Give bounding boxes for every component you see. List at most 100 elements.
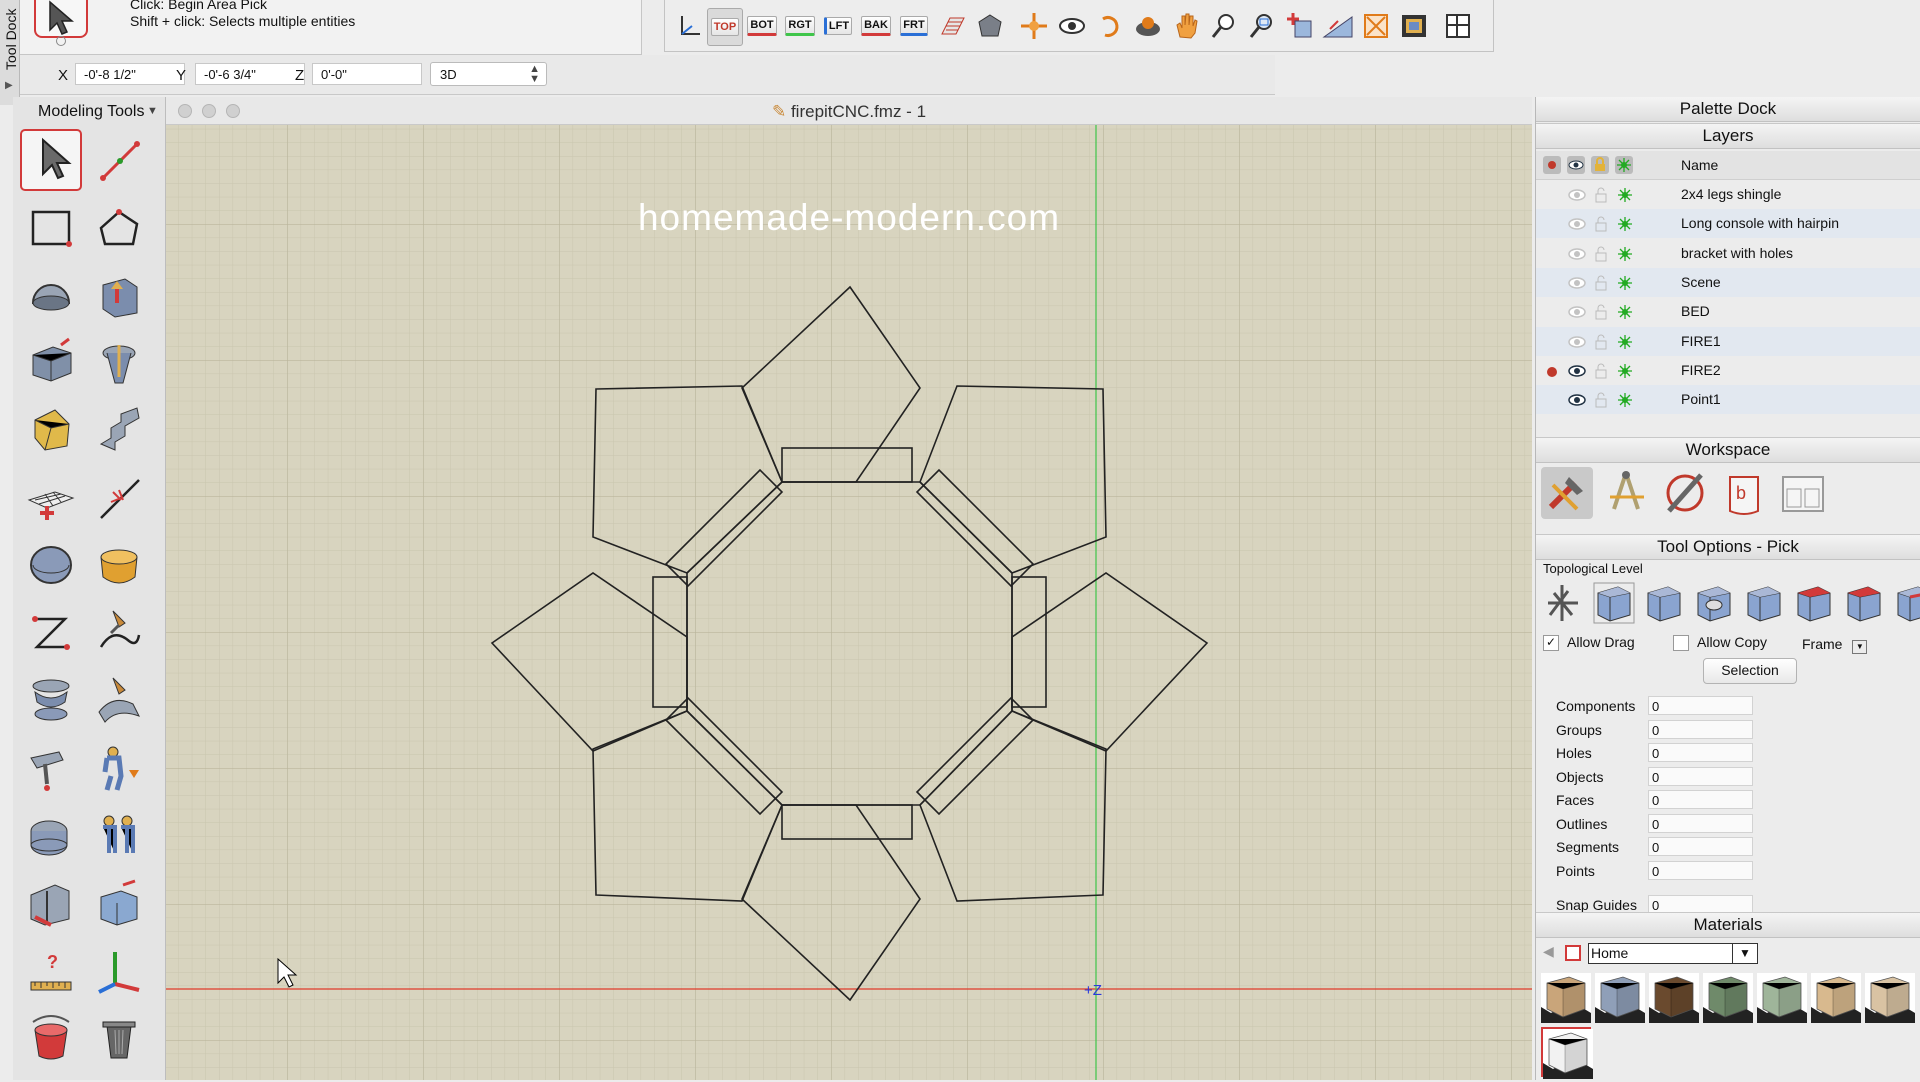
layer-row[interactable]: BED — [1536, 297, 1920, 327]
layer-visibility-eye-icon[interactable] — [1567, 215, 1586, 233]
tool-dock-arrow-icon[interactable]: ▶ — [5, 80, 13, 91]
fit-all-icon[interactable] — [1359, 8, 1393, 44]
walk-icon[interactable] — [1131, 8, 1165, 44]
axis-view-icon[interactable] — [673, 8, 707, 44]
cam-workspace-icon[interactable] — [1659, 467, 1711, 519]
back-view-button[interactable]: BAK — [859, 8, 893, 44]
sphere-icon[interactable] — [20, 264, 82, 326]
material-swatch[interactable] — [1595, 973, 1645, 1023]
layer-visibility-eye-icon[interactable] — [1567, 303, 1586, 321]
material-swatch[interactable] — [1757, 973, 1807, 1023]
layer-visibility-eye-icon[interactable] — [1567, 245, 1586, 263]
layer-snap-icon[interactable] — [1616, 186, 1634, 204]
material-swatch[interactable] — [1649, 973, 1699, 1023]
cylinder-cut-icon[interactable] — [20, 804, 82, 866]
layer-snap-icon[interactable] — [1616, 362, 1634, 380]
left-view-button[interactable]: LFT — [821, 8, 855, 44]
outline-topo-icon[interactable] — [1841, 580, 1887, 626]
golden-blend-icon[interactable] — [88, 534, 150, 596]
z-coordinate-field[interactable]: 0'-0" — [312, 63, 422, 85]
zoom-icon[interactable] — [1207, 8, 1241, 44]
layer-row[interactable]: FIRE2 — [1536, 355, 1920, 385]
stack-icon[interactable] — [20, 669, 82, 731]
stat-value[interactable]: 0 — [1648, 813, 1753, 833]
stat-value[interactable]: 0 — [1648, 766, 1753, 786]
group-figure-icon[interactable] — [88, 804, 150, 866]
hammer-curve-icon[interactable] — [88, 602, 150, 664]
zoom-window-icon[interactable] — [1245, 8, 1279, 44]
drafting-workspace-icon[interactable] — [1600, 467, 1652, 519]
layer-snap-icon[interactable] — [1616, 333, 1634, 351]
bottom-view-button[interactable]: BOT — [745, 8, 779, 44]
layout-icon[interactable] — [1441, 8, 1475, 44]
3d-print-workspace-icon[interactable]: b — [1718, 467, 1770, 519]
add-view-icon[interactable] — [1283, 8, 1317, 44]
render-icon[interactable] — [1397, 8, 1431, 44]
panel-menu-chevron-icon[interactable]: ▼ — [147, 105, 158, 117]
stat-value[interactable]: 0 — [1648, 743, 1753, 762]
layer-row[interactable]: bracket with holes — [1536, 238, 1920, 268]
round-solid-icon[interactable] — [20, 534, 82, 596]
materials-back-icon[interactable]: ◀ — [1543, 943, 1554, 960]
polygon-icon[interactable] — [88, 197, 150, 259]
top-view-button[interactable]: TOP — [707, 8, 743, 46]
move-view-icon[interactable] — [1017, 8, 1051, 44]
rectangle-icon[interactable] — [20, 197, 82, 259]
material-library-select[interactable]: Home ▼ — [1588, 943, 1758, 964]
line-icon[interactable] — [88, 129, 150, 191]
grid-plane-icon[interactable] — [935, 8, 969, 44]
layer-lock-icon[interactable] — [1593, 303, 1611, 321]
layer-lock-icon[interactable] — [1593, 362, 1611, 380]
allow-copy-checkbox[interactable]: Allow Copy — [1673, 634, 1767, 652]
allow-drag-checkbox[interactable]: ✓ Allow Drag — [1543, 634, 1635, 652]
active-layer-header-icon[interactable] — [1543, 156, 1561, 174]
segment-topo-icon[interactable] — [1891, 580, 1920, 626]
snap-header-icon[interactable] — [1615, 156, 1633, 174]
curve-icon[interactable] — [20, 602, 82, 664]
material-color-icon[interactable] — [1565, 945, 1581, 961]
layer-lock-icon[interactable] — [1593, 215, 1611, 233]
layer-visibility-eye-icon[interactable] — [1567, 186, 1586, 204]
stat-value[interactable]: 0 — [1648, 790, 1753, 809]
lock-header-icon[interactable] — [1591, 156, 1609, 174]
layer-row[interactable]: FIRE1 — [1536, 326, 1920, 356]
trash-icon[interactable] — [88, 1007, 150, 1069]
layer-row[interactable]: Scene — [1536, 267, 1920, 297]
axis-gizmo-icon[interactable] — [88, 939, 150, 1001]
layer-lock-icon[interactable] — [1593, 333, 1611, 351]
current-tool-pick-icon[interactable] — [34, 0, 88, 38]
stat-value[interactable]: 0 — [1648, 696, 1753, 715]
paint-bucket-icon[interactable] — [20, 1007, 82, 1069]
modeling-workspace-icon[interactable] — [1541, 467, 1593, 519]
pick-arrow-icon[interactable] — [20, 129, 82, 191]
viewport-canvas[interactable]: +Z — [166, 97, 1532, 1080]
drill-icon[interactable] — [20, 737, 82, 799]
layer-lock-icon[interactable] — [1593, 274, 1611, 292]
layer-visibility-eye-icon[interactable] — [1567, 333, 1586, 351]
layer-snap-icon[interactable] — [1616, 215, 1634, 233]
layer-snap-icon[interactable] — [1616, 274, 1634, 292]
solid-yellow-icon[interactable] — [20, 399, 82, 461]
material-swatch[interactable] — [1703, 973, 1753, 1023]
layer-snap-icon[interactable] — [1616, 391, 1634, 409]
layer-lock-icon[interactable] — [1593, 245, 1611, 263]
stairs-icon[interactable] — [88, 399, 150, 461]
revolve-icon[interactable] — [88, 332, 150, 394]
pan-hand-icon[interactable] — [1169, 8, 1203, 44]
stat-value[interactable]: 0 — [1648, 860, 1753, 880]
face-topo-icon[interactable] — [1791, 580, 1837, 626]
right-view-button[interactable]: RGT — [783, 8, 817, 44]
layer-visibility-eye-icon[interactable] — [1567, 362, 1586, 380]
layer-snap-icon[interactable] — [1616, 303, 1634, 321]
layer-lock-icon[interactable] — [1593, 186, 1611, 204]
hole-topo-icon[interactable] — [1691, 580, 1737, 626]
layer-row[interactable]: 2x4 legs shingle — [1536, 180, 1920, 209]
sweep-icon[interactable] — [88, 669, 150, 731]
layer-row[interactable]: Long console with hairpin — [1536, 209, 1920, 239]
visibility-header-icon[interactable] — [1567, 156, 1585, 174]
material-swatch[interactable] — [1541, 973, 1591, 1023]
material-swatch[interactable] — [1811, 973, 1861, 1023]
trim-icon[interactable] — [88, 467, 150, 529]
frame-dropdown[interactable]: Frame ▼ — [1802, 636, 1868, 654]
object-topo-icon[interactable] — [1741, 580, 1787, 626]
